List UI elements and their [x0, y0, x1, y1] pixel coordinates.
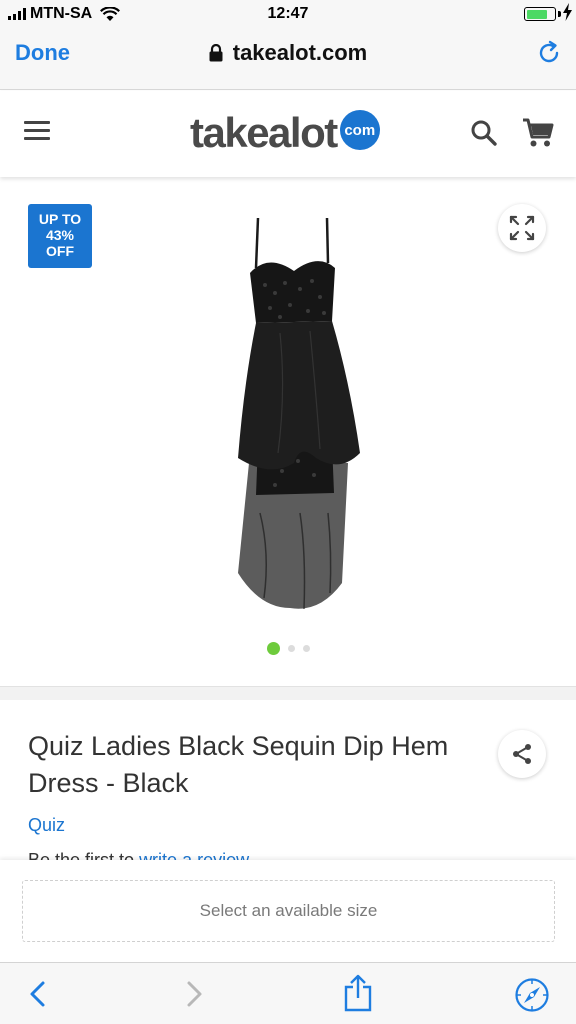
clock: 12:47: [267, 5, 309, 22]
takealot-logo[interactable]: takealot com: [190, 109, 380, 157]
expand-button[interactable]: [498, 204, 546, 252]
share-upload-icon[interactable]: [343, 974, 373, 1012]
pagination-dot-active[interactable]: [266, 642, 280, 655]
lock-icon: [209, 44, 223, 62]
product-gallery[interactable]: UP TO 43% OFF: [0, 183, 576, 683]
badge-line-1: UP TO: [38, 211, 82, 227]
gallery-pagination: [0, 642, 576, 655]
size-select-button[interactable]: Select an available size: [22, 880, 555, 942]
badge-line-3: OFF: [46, 243, 74, 259]
status-bar: MTN-SA 12:47: [0, 0, 576, 30]
expand-icon: [509, 215, 535, 241]
logo-text: takealot: [190, 109, 338, 156]
discount-badge: UP TO 43% OFF: [28, 204, 92, 268]
browser-nav-bar: Done takealot.com: [0, 30, 576, 90]
size-selector-panel: Select an available size: [0, 860, 576, 962]
site-header: takealot com: [0, 91, 576, 177]
compass-icon[interactable]: [514, 977, 550, 1013]
logo-badge: com: [339, 110, 380, 150]
browser-toolbar: [0, 962, 576, 1024]
section-divider: [0, 686, 576, 700]
badge-line-2: 43%: [45, 227, 75, 243]
battery-cap: [558, 11, 561, 17]
url-text: takealot.com: [232, 40, 368, 65]
product-title: Quiz Ladies Black Sequin Dip Hem Dress -…: [28, 731, 449, 798]
hamburger-icon[interactable]: [24, 121, 50, 145]
share-button[interactable]: [498, 730, 546, 778]
search-icon[interactable]: [470, 119, 498, 147]
pagination-dot[interactable]: [302, 645, 310, 652]
reload-icon[interactable]: [536, 40, 562, 66]
cart-icon[interactable]: [522, 117, 554, 149]
pagination-dot[interactable]: [287, 645, 295, 652]
charging-icon: [563, 3, 572, 21]
share-icon: [513, 744, 531, 764]
forward-icon[interactable]: [184, 979, 204, 1009]
back-icon[interactable]: [28, 979, 48, 1009]
product-image[interactable]: [220, 213, 370, 623]
brand-link[interactable]: Quiz: [28, 815, 65, 836]
address-bar[interactable]: takealot.com: [0, 40, 576, 66]
battery-icon: [524, 7, 556, 21]
